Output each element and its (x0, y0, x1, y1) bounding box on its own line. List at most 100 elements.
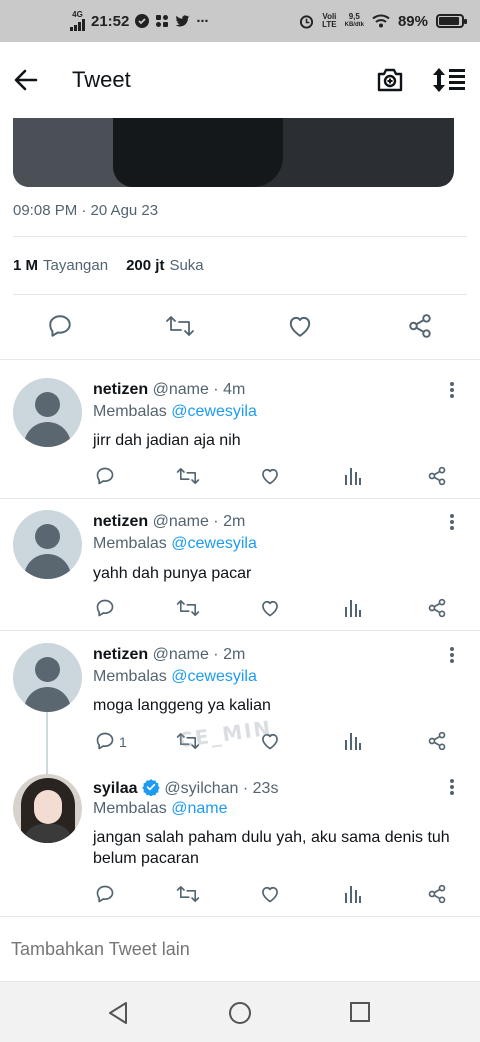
reply-header: netizen @name · 4m (93, 381, 245, 399)
avatar[interactable] (13, 510, 82, 579)
replying-to: Membalas @cewesyila (93, 403, 257, 421)
like-icon[interactable] (260, 598, 280, 618)
reply-author-name[interactable]: netizen (93, 513, 148, 530)
views-icon[interactable] (344, 466, 362, 486)
views-icon[interactable] (344, 731, 362, 751)
more-options-icon[interactable] (446, 777, 458, 797)
like-icon[interactable] (260, 466, 280, 486)
reply-author-name[interactable]: netizen (93, 381, 148, 398)
reply-author-name[interactable]: netizen (93, 646, 148, 663)
speed-unit: KB/dtk (344, 22, 364, 28)
mention-link[interactable]: @cewesyila (171, 535, 257, 552)
reply-handle: @name · 2m (152, 646, 246, 663)
tweet-media[interactable] (13, 118, 454, 187)
alarm-icon (300, 14, 314, 29)
avatar-face (34, 790, 62, 824)
share-icon[interactable] (427, 466, 447, 486)
reply-handle: @syilchan · 23s (164, 780, 279, 797)
back-arrow-icon (14, 69, 38, 91)
reply-count: 1 (119, 734, 127, 750)
avatar-body (24, 554, 71, 579)
battery-percent: 89% (397, 12, 428, 30)
share-icon[interactable] (427, 731, 447, 751)
more-options-icon[interactable] (446, 512, 458, 532)
avatar[interactable] (13, 378, 82, 447)
share-icon[interactable] (427, 598, 447, 618)
avatar-head (35, 524, 60, 549)
reply-author-name[interactable]: syilaa (93, 780, 137, 797)
reply-text: moga langgeng ya kalian (93, 697, 271, 714)
app-header: Tweet (0, 42, 480, 118)
avatar[interactable] (13, 774, 82, 843)
divider (0, 359, 480, 360)
tweet-actions (0, 305, 480, 349)
reply-icon[interactable] (95, 598, 115, 618)
more-options-icon[interactable] (446, 380, 458, 400)
divider (13, 294, 467, 295)
divider (0, 630, 480, 631)
lte-label: LTE (322, 20, 337, 29)
sort-replies-button[interactable] (432, 67, 466, 93)
status-bar: 4G 21:52 ··· Voli LTE 9,5 KB/dtk 89% (0, 0, 480, 42)
likes-count: 200 jt (126, 257, 165, 274)
more-options-icon[interactable] (446, 645, 458, 665)
retweet-icon[interactable] (176, 884, 200, 904)
reply-icon[interactable] (95, 466, 115, 486)
replying-to: Membalas @name (93, 800, 228, 818)
likes-label: Suka (169, 257, 204, 274)
system-nav-bar (0, 982, 480, 1042)
retweet-icon[interactable] (176, 466, 200, 486)
reply-icon[interactable] (95, 731, 115, 751)
like-icon[interactable] (260, 884, 280, 904)
reply-text: jangan salah paham dulu yah, aku sama de… (93, 829, 450, 867)
views-stat[interactable]: 1 M Tayangan (13, 257, 108, 274)
battery-icon (436, 14, 467, 28)
reply-icon[interactable] (95, 884, 115, 904)
reply-text: jirr dah jadian aja nih (93, 432, 241, 449)
retweet-icon[interactable] (165, 313, 195, 339)
avatar-body (24, 687, 71, 712)
recents-square-icon[interactable] (349, 1001, 371, 1023)
add-tweet-input[interactable] (0, 918, 480, 980)
sort-icon (433, 68, 465, 92)
thread-connector (46, 712, 48, 776)
views-icon[interactable] (344, 598, 362, 618)
volte-indicator: Voli LTE (322, 13, 337, 29)
speed-value: 9,5 (348, 12, 360, 21)
mention-link[interactable]: @cewesyila (171, 668, 257, 685)
twitter-bird-icon (176, 14, 190, 26)
avatar-head (35, 657, 60, 682)
replying-to: Membalas @cewesyila (93, 668, 257, 686)
verified-badge-icon (142, 779, 160, 796)
mention-link[interactable]: @name (171, 800, 227, 817)
likes-stat[interactable]: 200 jt Suka (126, 257, 204, 274)
mention-link[interactable]: @cewesyila (171, 403, 257, 420)
reply-header: syilaa @syilchan · 23s (93, 778, 278, 798)
like-icon[interactable] (287, 313, 313, 339)
back-button[interactable] (14, 69, 38, 91)
page-title: Tweet (72, 67, 131, 92)
data-speed: 9,5 KB/dtk (345, 13, 364, 29)
replying-prefix: Membalas (93, 403, 167, 420)
more-notifications: ··· (196, 12, 209, 30)
camera-plus-icon (377, 68, 403, 92)
views-icon[interactable] (344, 884, 362, 904)
replying-prefix: Membalas (93, 800, 167, 817)
back-triangle-icon[interactable] (107, 1001, 129, 1025)
tweet-stats: 1 M Tayangan 200 jt Suka (13, 257, 204, 274)
camera-button[interactable] (376, 67, 404, 93)
avatar[interactable] (13, 643, 82, 712)
home-circle-icon[interactable] (228, 1001, 252, 1025)
reply-header: netizen @name · 2m (93, 513, 245, 531)
share-icon[interactable] (407, 313, 433, 339)
network-indicator: 4G (70, 11, 85, 31)
wifi-icon (372, 14, 390, 28)
tweet-timestamp: 09:08 PM · 20 Agu 23 (13, 202, 159, 219)
clock: 21:52 (91, 12, 130, 30)
replying-prefix: Membalas (93, 535, 167, 552)
retweet-icon[interactable] (176, 598, 200, 618)
signal-icon (70, 19, 85, 31)
reply-icon[interactable] (47, 313, 73, 339)
share-icon[interactable] (427, 884, 447, 904)
network-type: 4G (72, 10, 83, 19)
